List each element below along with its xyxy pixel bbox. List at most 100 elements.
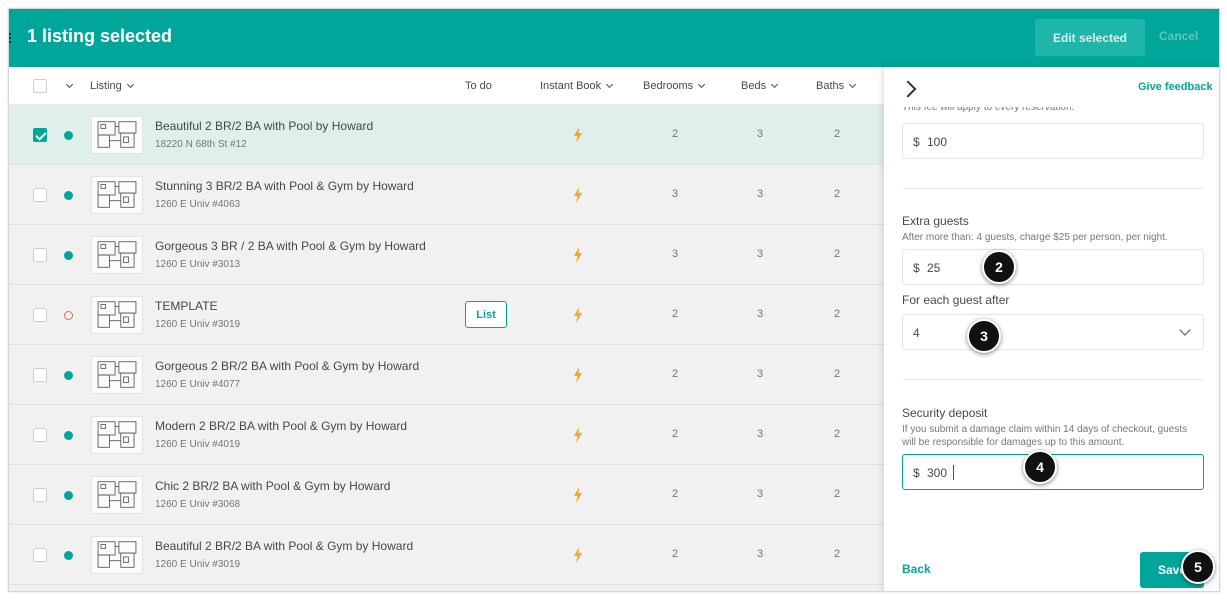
- column-label: Bedrooms: [643, 80, 694, 92]
- extra-guests-title: Extra guests: [902, 214, 969, 228]
- baths-value: 2: [833, 488, 841, 500]
- list-button[interactable]: List: [465, 301, 507, 328]
- cleaning-fee-note: This fee will apply to every reservation…: [902, 107, 1075, 113]
- bedrooms-value: 2: [671, 128, 679, 140]
- listing-status-dot: [64, 191, 73, 200]
- step-badge: 3: [967, 319, 1001, 353]
- column-baths[interactable]: Baths: [816, 80, 857, 92]
- security-deposit-description: If you submit a damage claim within 14 d…: [902, 424, 1188, 448]
- guest-after-select[interactable]: 4: [902, 314, 1204, 350]
- drag-handle-icon: [9, 33, 12, 45]
- table-row[interactable]: Modern 2 BR/2 BA with Pool & Gym by Howa…: [9, 405, 884, 465]
- floorplan-icon: [97, 181, 137, 208]
- step-badge: 5: [1181, 550, 1215, 584]
- listing-name[interactable]: Gorgeous 3 BR / 2 BA with Pool & Gym by …: [155, 239, 426, 253]
- extra-guests-description: After more than: 4 guests, charge $25 pe…: [902, 232, 1168, 243]
- table-row[interactable]: Gorgeous 2 BR/2 BA with Pool & Gym by Ho…: [9, 345, 884, 405]
- cancel-button[interactable]: Cancel: [1159, 29, 1198, 43]
- bedrooms-value: 3: [671, 248, 679, 260]
- beds-value: 3: [756, 368, 764, 380]
- baths-value: 2: [833, 368, 841, 380]
- row-checkbox[interactable]: [33, 368, 47, 382]
- lightning-bolt-icon: [574, 307, 582, 323]
- listing-status-dot: [64, 311, 73, 320]
- selection-count-title: 1 listing selected: [27, 26, 173, 46]
- listing-name[interactable]: TEMPLATE: [155, 299, 217, 313]
- listing-thumbnail: [91, 236, 143, 274]
- listing-address: 1260 E Univ #4063: [155, 199, 241, 210]
- chevron-down-icon: [698, 80, 706, 89]
- currency-symbol: $: [913, 135, 920, 149]
- listing-address: 1260 E Univ #3019: [155, 319, 241, 330]
- text-cursor: [953, 465, 954, 480]
- guest-after-value: 4: [913, 326, 920, 340]
- listing-address: 1260 E Univ #4077: [155, 379, 241, 390]
- edit-selected-button[interactable]: Edit selected: [1035, 19, 1145, 56]
- lightning-bolt-icon: [574, 367, 582, 383]
- column-listing[interactable]: Listing: [90, 80, 134, 92]
- listings-table: Listing To do Instant Book Bedrooms Beds…: [9, 67, 884, 591]
- listing-thumbnail: [91, 296, 143, 334]
- beds-value: 3: [756, 488, 764, 500]
- row-checkbox[interactable]: [33, 188, 47, 202]
- lightning-bolt-icon: [574, 247, 582, 263]
- row-checkbox[interactable]: [33, 548, 47, 562]
- baths-value: 2: [833, 308, 841, 320]
- chevron-down-icon: [1179, 324, 1191, 336]
- bedrooms-value: 2: [671, 548, 679, 560]
- listing-thumbnail: [91, 356, 143, 394]
- give-feedback-link[interactable]: Give feedback: [1138, 81, 1213, 93]
- beds-value: 3: [756, 188, 764, 200]
- column-label: Beds: [741, 80, 767, 92]
- cleaning-fee-input[interactable]: $ 100: [902, 123, 1204, 159]
- row-checkbox[interactable]: [33, 308, 47, 322]
- column-label: Listing: [90, 80, 122, 92]
- table-row[interactable]: Stunning 3 BR/2 BA with Pool & Gym by Ho…: [9, 165, 884, 225]
- listing-thumbnail: [91, 416, 143, 454]
- security-deposit-title: Security deposit: [902, 406, 988, 420]
- lightning-bolt-icon: [574, 187, 582, 203]
- app-window: 1 listing selected Edit selected Cancel …: [8, 8, 1220, 592]
- listing-thumbnail: [91, 476, 143, 514]
- bulk-edit-panel: Give feedback This fee will apply to eve…: [884, 67, 1219, 591]
- bulk-dropdown[interactable]: [61, 80, 74, 92]
- column-bedrooms[interactable]: Bedrooms: [643, 80, 706, 92]
- currency-symbol: $: [913, 261, 920, 275]
- security-deposit-value: 300: [927, 466, 948, 480]
- chevron-down-icon: [606, 80, 614, 89]
- listing-name[interactable]: Beautiful 2 BR/2 BA with Pool & Gym by H…: [155, 539, 413, 553]
- lightning-bolt-icon: [574, 127, 582, 143]
- lightning-bolt-icon: [574, 547, 582, 563]
- listing-name[interactable]: Chic 2 BR/2 BA with Pool & Gym by Howard: [155, 479, 390, 493]
- table-row[interactable]: Chic 2 BR/2 BA with Pool & Gym by Howard…: [9, 465, 884, 525]
- collapse-panel-icon[interactable]: [899, 80, 917, 98]
- table-row[interactable]: TEMPLATE 1260 E Univ #3019 List 2 3 2: [9, 285, 884, 345]
- listing-address: 18220 N 68th St #12: [155, 139, 247, 150]
- bedrooms-value: 3: [671, 188, 679, 200]
- listing-name[interactable]: Gorgeous 2 BR/2 BA with Pool & Gym by Ho…: [155, 359, 419, 373]
- floorplan-icon: [97, 301, 137, 328]
- baths-value: 2: [833, 248, 841, 260]
- column-beds[interactable]: Beds: [741, 80, 779, 92]
- extra-guests-fee-input[interactable]: $ 25: [902, 249, 1204, 285]
- listing-name[interactable]: Stunning 3 BR/2 BA with Pool & Gym by Ho…: [155, 179, 414, 193]
- row-checkbox[interactable]: [33, 128, 47, 142]
- chevron-down-icon: [771, 80, 779, 89]
- table-row[interactable]: Beautiful 2 BR/2 BA with Pool by Howard 1…: [9, 105, 884, 165]
- row-checkbox[interactable]: [33, 488, 47, 502]
- row-checkbox[interactable]: [33, 248, 47, 262]
- select-all-checkbox[interactable]: [33, 79, 47, 93]
- floorplan-icon: [97, 241, 137, 268]
- floorplan-icon: [97, 361, 137, 388]
- step-badge: 2: [982, 250, 1016, 284]
- table-row[interactable]: Beautiful 2 BR/2 BA with Pool & Gym by H…: [9, 525, 884, 585]
- row-checkbox[interactable]: [33, 428, 47, 442]
- column-instant-book[interactable]: Instant Book: [540, 80, 614, 92]
- floorplan-icon: [97, 421, 137, 448]
- listing-status-dot: [64, 131, 73, 140]
- listing-name[interactable]: Modern 2 BR/2 BA with Pool & Gym by Howa…: [155, 419, 407, 433]
- back-button[interactable]: Back: [902, 562, 931, 576]
- baths-value: 2: [833, 128, 841, 140]
- table-row[interactable]: Gorgeous 3 BR / 2 BA with Pool & Gym by …: [9, 225, 884, 285]
- listing-name[interactable]: Beautiful 2 BR/2 BA with Pool by Howard: [155, 119, 373, 133]
